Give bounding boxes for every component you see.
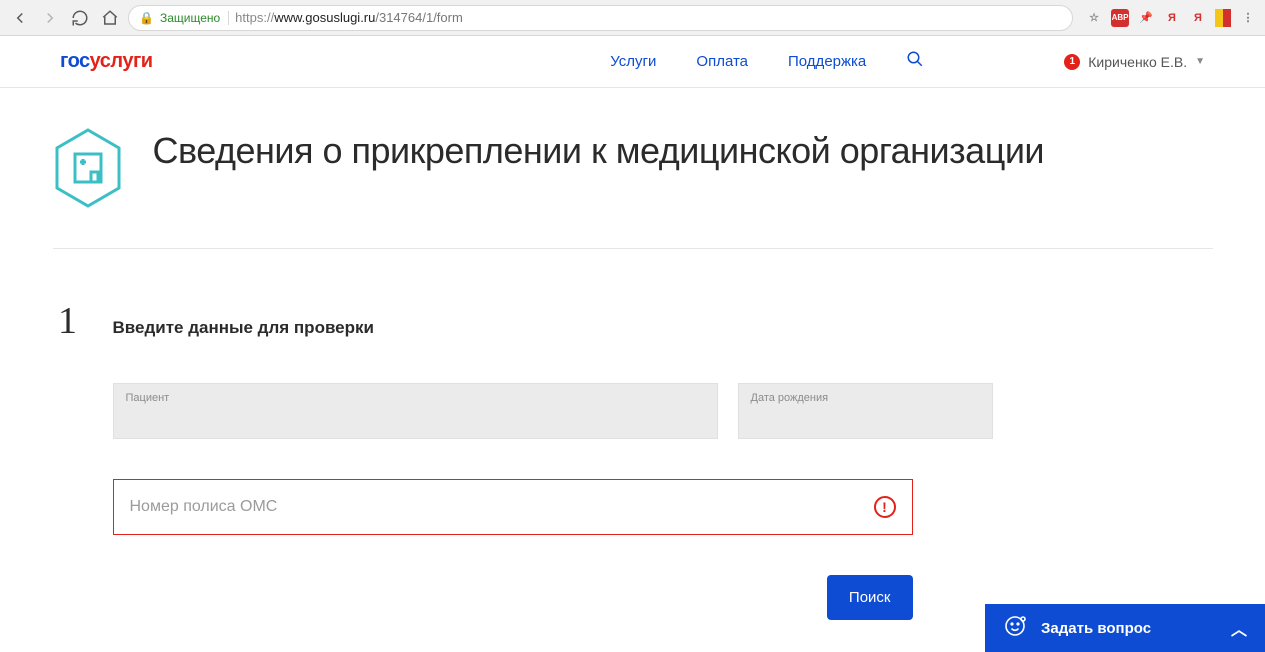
logo-part1: гос: [60, 50, 90, 72]
step-title: Введите данные для проверки: [113, 318, 374, 338]
service-hex-icon: [53, 128, 123, 208]
url: https://www.gosuslugi.ru/314764/1/form: [235, 10, 463, 25]
divider: [53, 248, 1213, 249]
secure-label: Защищено: [160, 11, 229, 25]
notification-badge: 1: [1064, 54, 1080, 70]
browser-toolbar: 🔒 Защищено https://www.gosuslugi.ru/3147…: [0, 0, 1265, 36]
patient-field: Пациент: [113, 383, 718, 439]
back-button[interactable]: [8, 6, 32, 30]
chevron-down-icon: ▼: [1195, 56, 1205, 67]
nav-services[interactable]: Услуги: [610, 53, 656, 70]
pin-icon[interactable]: 📌: [1137, 9, 1155, 27]
page-content: Сведения о прикреплении к медицинской ор…: [33, 88, 1233, 620]
oms-number-field[interactable]: !: [113, 479, 913, 535]
nav-support[interactable]: Поддержка: [788, 53, 866, 70]
chevron-up-icon: ︿: [1231, 616, 1247, 640]
address-bar[interactable]: 🔒 Защищено https://www.gosuslugi.ru/3147…: [128, 5, 1073, 31]
page-title: Сведения о прикреплении к медицинской ор…: [153, 128, 1045, 173]
yandex-extension-icon-1[interactable]: Я: [1163, 9, 1181, 27]
dob-field-label: Дата рождения: [751, 392, 980, 404]
form: Пациент Дата рождения ! Поиск: [53, 383, 993, 620]
site-header: госуслуги Услуги Оплата Поддержка 1 Кири…: [0, 36, 1265, 88]
logo[interactable]: госуслуги: [60, 50, 153, 73]
home-button[interactable]: [98, 6, 122, 30]
main-nav: Услуги Оплата Поддержка: [610, 50, 924, 73]
lock-icon: 🔒: [139, 11, 154, 25]
forward-button[interactable]: [38, 6, 62, 30]
user-name: Кириченко Е.В.: [1088, 54, 1187, 70]
search-button[interactable]: Поиск: [827, 575, 913, 620]
oms-number-input[interactable]: [130, 498, 874, 516]
ask-question-label: Задать вопрос: [1041, 620, 1217, 637]
step-header: 1 Введите данные для проверки: [53, 299, 1213, 343]
yandex-extension-icon-2[interactable]: Я: [1189, 9, 1207, 27]
user-menu[interactable]: 1 Кириченко Е.В. ▼: [1064, 54, 1205, 70]
search-icon[interactable]: [906, 50, 924, 73]
bookmark-flag-icon[interactable]: [1215, 9, 1231, 27]
logo-part2: услуги: [90, 50, 153, 72]
browser-menu-icon[interactable]: ⋮: [1239, 9, 1257, 27]
reload-button[interactable]: [68, 6, 92, 30]
error-icon: !: [874, 496, 896, 518]
dob-field: Дата рождения: [738, 383, 993, 439]
nav-payment[interactable]: Оплата: [696, 53, 748, 70]
patient-field-label: Пациент: [126, 392, 705, 404]
extension-icons: ☆ ABP 📌 Я Я ⋮: [1079, 9, 1257, 27]
abp-extension-icon[interactable]: ABP: [1111, 9, 1129, 27]
bookmark-star-icon[interactable]: ☆: [1085, 9, 1103, 27]
step-number: 1: [53, 299, 83, 343]
chat-smiley-icon: [1003, 614, 1027, 643]
ask-question-widget[interactable]: Задать вопрос ︿: [985, 604, 1265, 652]
